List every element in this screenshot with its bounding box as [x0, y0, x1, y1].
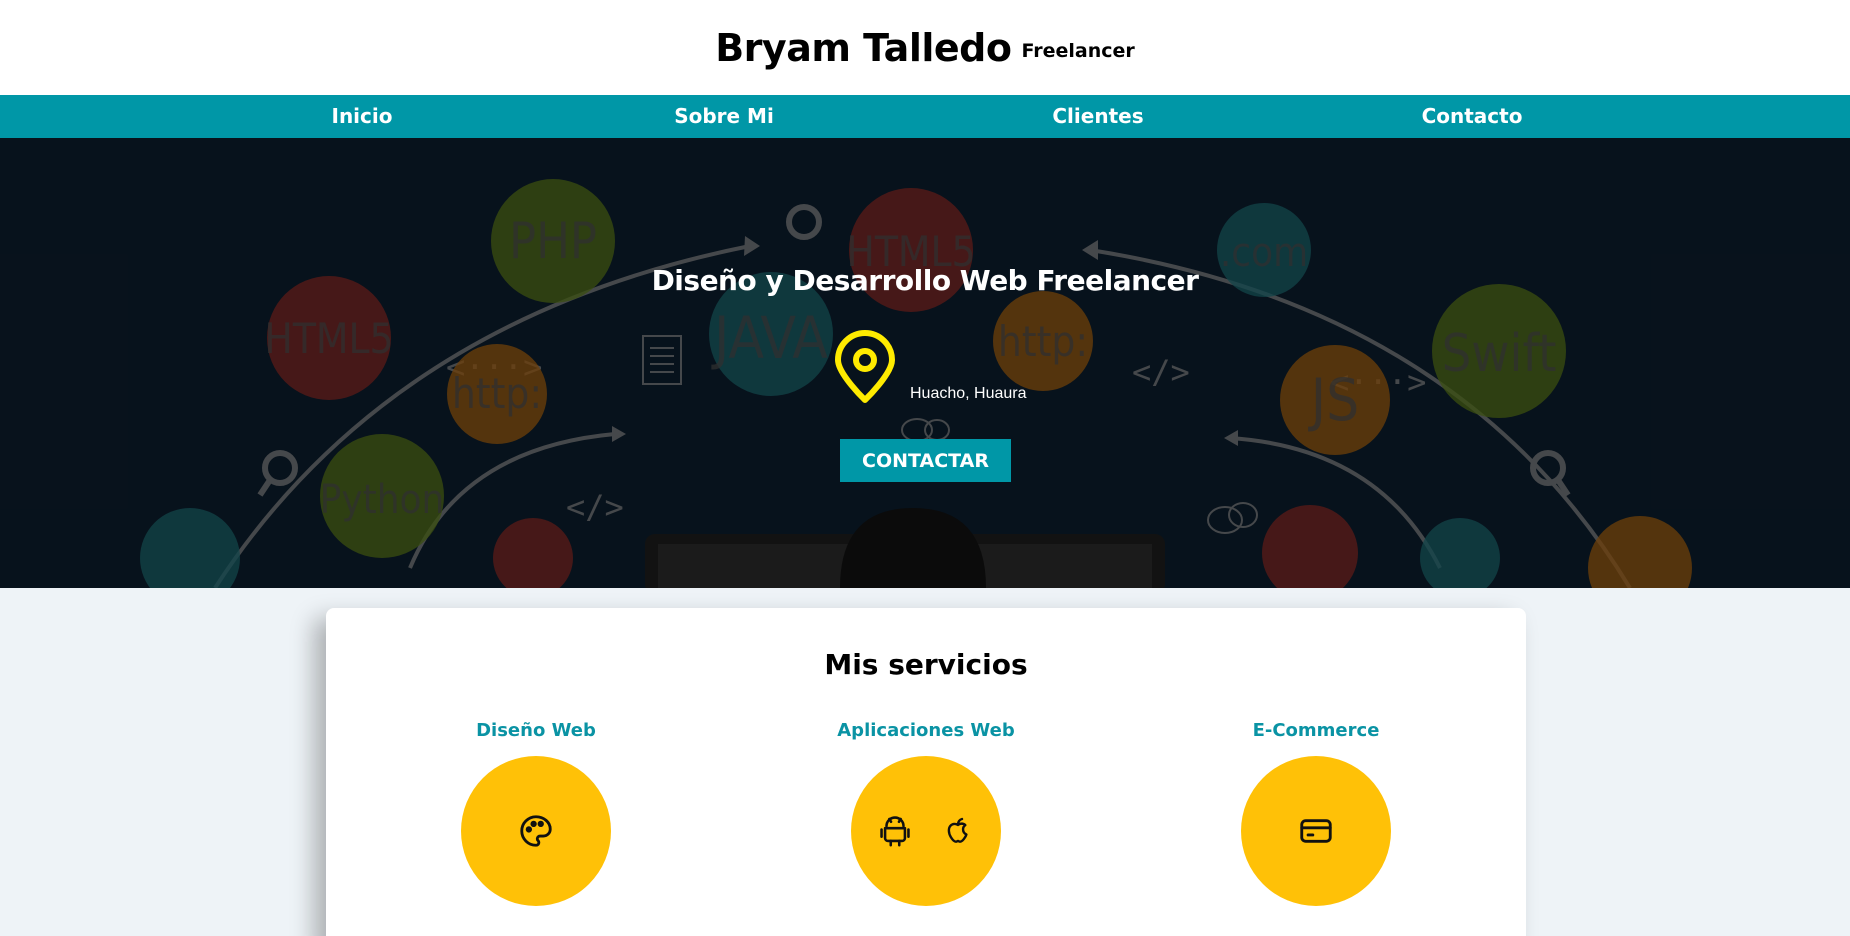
site-header: Bryam Talledo Freelancer	[0, 0, 1850, 95]
nav-link-contacto[interactable]: Contacto	[1422, 95, 1523, 138]
service-aplicaciones-web: Aplicaciones Web	[776, 720, 1076, 906]
nav-link-clientes[interactable]: Clientes	[1052, 95, 1143, 138]
apple-icon	[942, 813, 974, 849]
service-name: E-Commerce	[1252, 720, 1380, 741]
service-icon-circle	[851, 756, 1001, 906]
contactar-button[interactable]: CONTACTAR	[840, 439, 1011, 482]
hero-location-text: Huacho, Huaura	[910, 385, 1027, 402]
service-e-commerce: E-Commerce	[1166, 720, 1466, 906]
service-diseno-web: Diseño Web	[386, 720, 686, 906]
services-card: Mis servicios Diseño Web Aplicaciones We…	[326, 608, 1526, 936]
main-nav: Inicio Sobre Mi Clientes Contacto	[0, 95, 1850, 138]
brand-tagline: Freelancer	[1021, 39, 1135, 62]
credit-card-icon	[1297, 812, 1335, 850]
map-pin-icon	[832, 330, 898, 409]
service-icon-circle	[461, 756, 611, 906]
services-title: Mis servicios	[824, 648, 1028, 681]
palette-icon	[517, 812, 555, 850]
service-name: Diseño Web	[476, 720, 596, 741]
hero-section: <···> <···> </> </> PHP HTML5 HTML5 .com…	[0, 138, 1850, 588]
hero-title: Diseño y Desarrollo Web Freelancer	[651, 264, 1199, 297]
service-icon-circle	[1241, 756, 1391, 906]
brand-name: Bryam Talledo	[715, 25, 1012, 70]
nav-link-inicio[interactable]: Inicio	[332, 95, 393, 138]
android-icon	[878, 812, 912, 850]
service-name: Aplicaciones Web	[837, 720, 1015, 741]
hero-location: Huacho, Huaura	[832, 330, 1027, 409]
hero-content: Diseño y Desarrollo Web Freelancer Huach…	[0, 138, 1850, 588]
nav-link-sobre-mi[interactable]: Sobre Mi	[674, 95, 774, 138]
